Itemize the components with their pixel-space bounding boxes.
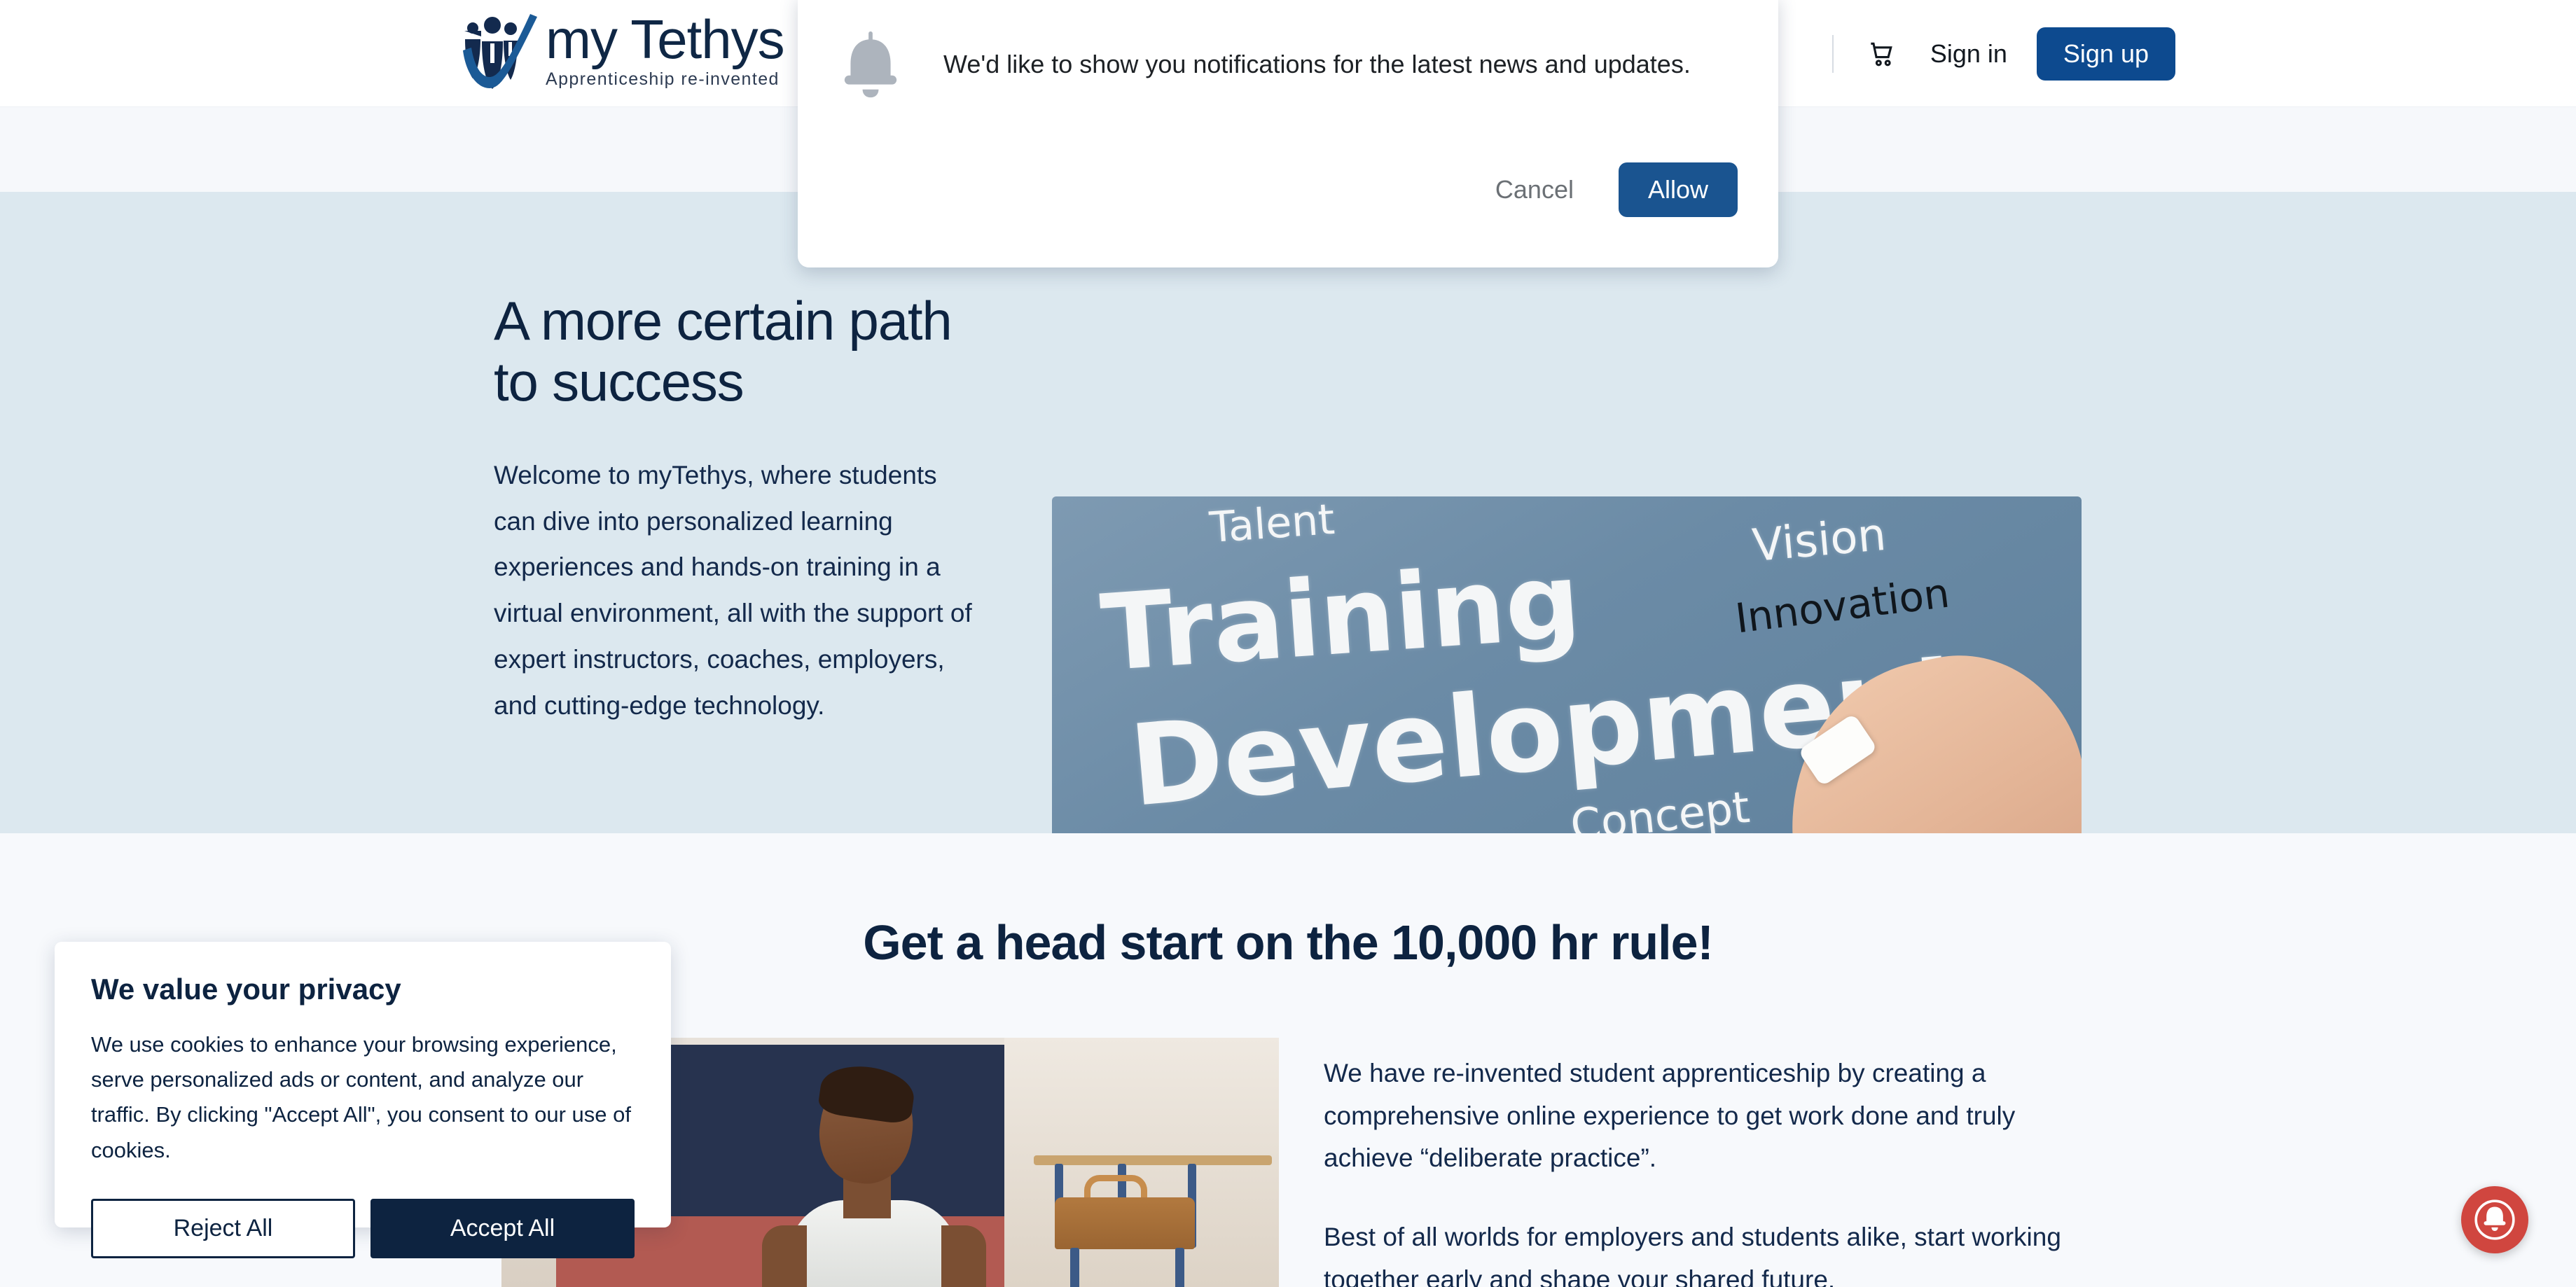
cookie-consent-title: We value your privacy — [91, 973, 401, 1006]
logo-text: my Tethys Apprenticeship re-invented — [546, 8, 785, 92]
notification-allow-button[interactable]: Allow — [1618, 162, 1738, 217]
logo-wordmark: my Tethys — [546, 8, 785, 70]
gymnast-arm-right — [941, 1225, 986, 1287]
section2-copy: We have re-invented student apprenticesh… — [1324, 1052, 2080, 1287]
cart-button[interactable] — [1862, 34, 1901, 74]
notification-message: We'd like to show you notifications for … — [943, 50, 1691, 78]
hero-title-line1: A more certain path — [494, 290, 953, 352]
site-logo[interactable]: my Tethys Apprenticeship re-invented — [459, 8, 785, 92]
page-root: my Tethys Apprenticeship re-invented Sig… — [0, 0, 2576, 1287]
cookie-consent-body: We use cookies to enhance your browsing … — [91, 1032, 631, 1162]
chalk-word-talent: Talent — [1207, 496, 1336, 553]
logo-tagline: Apprenticeship re-invented — [546, 69, 780, 89]
bell-icon — [844, 31, 897, 98]
cookie-consent-actions: Reject All Accept All — [91, 1198, 635, 1258]
notification-permission-dialog: We'd like to show you notifications for … — [798, 0, 1778, 267]
cookie-consent-banner: We value your privacy We use cookies to … — [55, 942, 671, 1258]
section2-paragraph-1: We have re-invented student apprenticesh… — [1324, 1059, 2016, 1173]
accept-all-button[interactable]: Accept All — [371, 1198, 635, 1258]
header-divider — [1831, 34, 1834, 73]
hero-title: A more certain path to success — [494, 290, 977, 413]
gymnast-arm-left — [762, 1225, 807, 1287]
hero-title-line2: to success — [494, 351, 745, 413]
mytethys-logo-icon — [463, 14, 537, 89]
reject-all-button[interactable]: Reject All — [91, 1198, 355, 1258]
notification-dialog-body: We'd like to show you notifications for … — [798, 0, 1778, 99]
hero-section: A more certain path to success Welcome t… — [0, 193, 2576, 927]
chalk-word-vision: Vision — [1750, 508, 1888, 573]
sign-in-link[interactable]: Sign in — [1930, 39, 2007, 69]
sign-up-button[interactable]: Sign up — [2036, 27, 2175, 81]
gym-bar — [1034, 1155, 1272, 1165]
shopping-cart-icon — [1871, 42, 1892, 66]
vault-horse — [1055, 1197, 1195, 1249]
vault-leg-left — [1070, 1248, 1079, 1287]
notification-fab-button[interactable] — [2461, 1186, 2528, 1253]
header-actions: Sign in Sign up — [1831, 0, 2175, 107]
hero-copy: A more certain path to success Welcome t… — [494, 290, 977, 729]
notification-cancel-button[interactable]: Cancel — [1480, 165, 1589, 214]
section2-paragraph-2: Best of all worlds for employers and stu… — [1324, 1223, 2061, 1287]
hero-body-text: Welcome to myTethys, where students can … — [494, 460, 972, 721]
vault-leg-right — [1175, 1248, 1184, 1287]
notification-dialog-actions: Cancel Allow — [1480, 162, 1738, 217]
bell-icon — [2474, 1199, 2515, 1240]
